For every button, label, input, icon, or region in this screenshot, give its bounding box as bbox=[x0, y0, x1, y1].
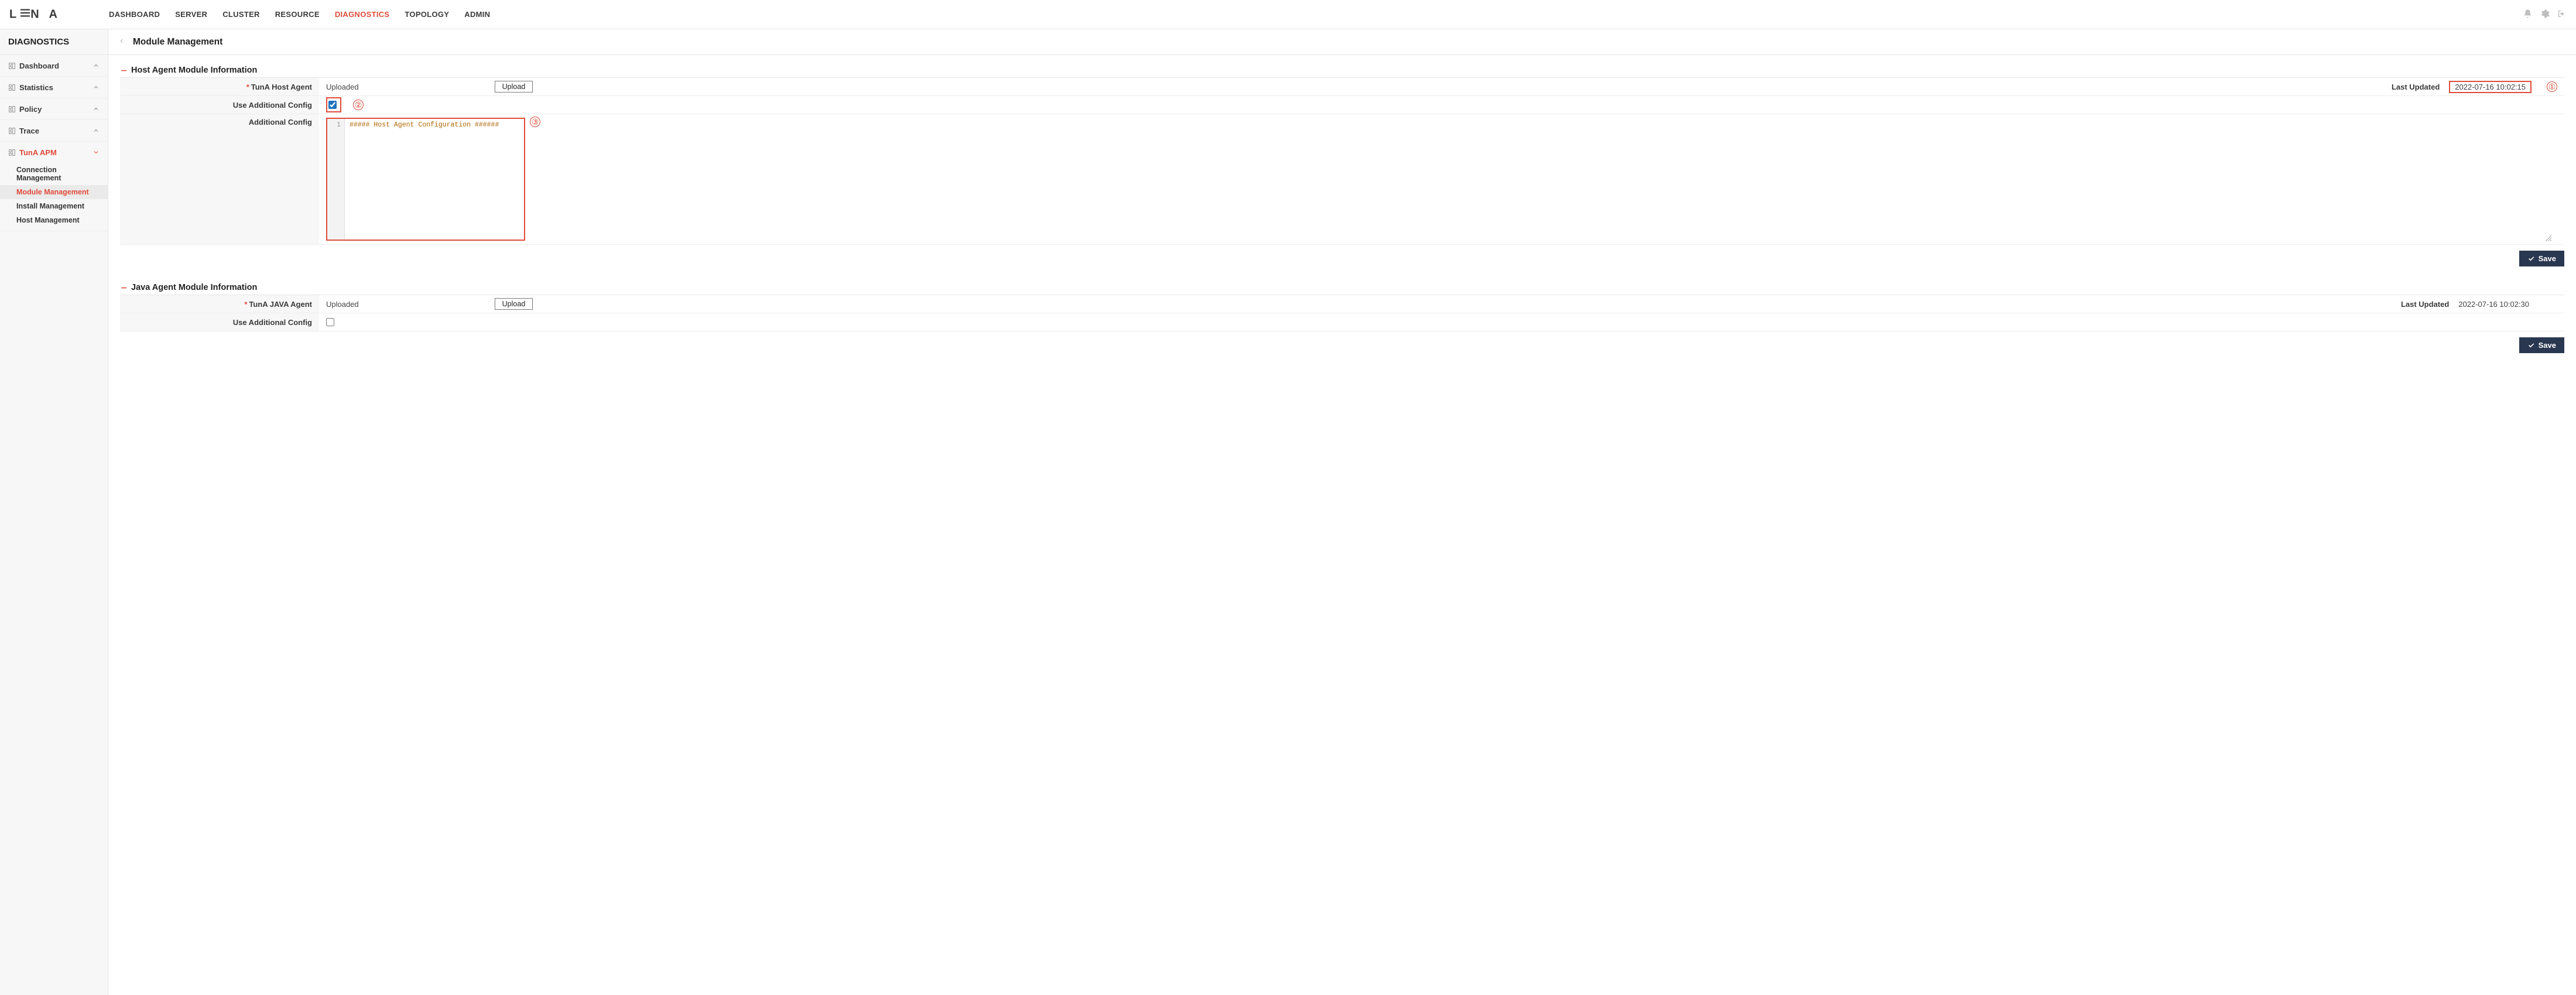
host-addl-config-label: Additional Config bbox=[120, 114, 319, 244]
resize-grip-icon[interactable] bbox=[2544, 234, 2551, 243]
topnav-cluster[interactable]: CLUSTER bbox=[222, 10, 260, 19]
host-use-addl-checkbox[interactable] bbox=[328, 101, 337, 109]
section-title-java[interactable]: Java Agent Module Information bbox=[120, 283, 2564, 292]
bell-icon[interactable] bbox=[2523, 9, 2533, 20]
host-addl-config-editor[interactable]: 1 ##### Host Agent Configuration ###### bbox=[326, 118, 525, 241]
save-button-label: Save bbox=[2539, 341, 2556, 350]
host-agent-section: Host Agent Module Information *TunA Host… bbox=[120, 66, 2564, 266]
sidebar-item-connection-management[interactable]: Connection Management bbox=[0, 163, 108, 185]
host-upload-button[interactable]: Upload bbox=[495, 81, 533, 93]
top-nav: DASHBOARD SERVER CLUSTER RESOURCE DIAGNO… bbox=[109, 10, 2523, 19]
sidebar-title: DIAGNOSTICS bbox=[0, 29, 108, 55]
topnav-topology[interactable]: TOPOLOGY bbox=[405, 10, 449, 19]
section-title-label: Java Agent Module Information bbox=[131, 283, 257, 292]
host-agent-label: *TunA Host Agent bbox=[120, 78, 319, 95]
editor-gutter: 1 bbox=[327, 119, 345, 240]
top-icons bbox=[2523, 9, 2567, 20]
sidebar-group-policy[interactable]: Policy bbox=[0, 98, 108, 119]
collapse-icon bbox=[120, 284, 128, 292]
sidebar-group-label: TunA APM bbox=[19, 148, 57, 157]
java-agent-section: Java Agent Module Information *TunA JAVA… bbox=[120, 283, 2564, 353]
brand-logo: LN A bbox=[9, 8, 109, 22]
gear-icon[interactable] bbox=[2540, 9, 2550, 20]
java-last-updated-value: 2022-07-16 10:02:30 bbox=[2458, 300, 2529, 309]
host-save-button[interactable]: Save bbox=[2519, 251, 2564, 266]
save-button-label: Save bbox=[2539, 254, 2556, 263]
section-title-label: Host Agent Module Information bbox=[131, 66, 257, 75]
editor-body[interactable]: ##### Host Agent Configuration ###### bbox=[345, 119, 524, 240]
sidebar-item-host-management[interactable]: Host Management bbox=[0, 213, 108, 227]
topnav-diagnostics[interactable]: DIAGNOSTICS bbox=[335, 10, 390, 19]
sidebar-group-dashboard[interactable]: Dashboard bbox=[0, 55, 108, 76]
java-last-updated-label: Last Updated bbox=[2401, 300, 2449, 309]
back-icon[interactable] bbox=[119, 37, 125, 47]
sidebar-group-tuna-apm[interactable]: TunA APM bbox=[0, 142, 108, 163]
topnav-resource[interactable]: RESOURCE bbox=[275, 10, 320, 19]
topnav-server[interactable]: SERVER bbox=[175, 10, 207, 19]
topnav-admin[interactable]: ADMIN bbox=[464, 10, 490, 19]
page-title: Module Management bbox=[133, 37, 222, 47]
collapse-icon bbox=[120, 67, 128, 74]
chevron-up-icon bbox=[93, 105, 100, 112]
java-agent-status: Uploaded bbox=[326, 300, 359, 309]
sidebar-group-trace[interactable]: Trace bbox=[0, 120, 108, 141]
sidebar-group-label: Policy bbox=[19, 105, 42, 114]
section-title-host[interactable]: Host Agent Module Information bbox=[120, 66, 2564, 75]
chevron-up-icon bbox=[93, 84, 100, 91]
java-upload-button[interactable]: Upload bbox=[495, 298, 533, 310]
sidebar-group-label: Statistics bbox=[19, 83, 53, 92]
chevron-down-icon bbox=[93, 149, 100, 156]
content: Module Management Host Agent Module Info… bbox=[108, 29, 2576, 995]
java-use-addl-label: Use Additional Config bbox=[120, 313, 319, 331]
sidebar: DIAGNOSTICS Dashboard Statistics Policy … bbox=[0, 29, 108, 995]
sidebar-group-statistics[interactable]: Statistics bbox=[0, 77, 108, 98]
chevron-up-icon bbox=[93, 62, 100, 69]
java-agent-label: *TunA JAVA Agent bbox=[120, 295, 319, 313]
chevron-up-icon bbox=[93, 127, 100, 134]
sidebar-item-module-management[interactable]: Module Management bbox=[0, 185, 108, 199]
java-use-addl-checkbox[interactable] bbox=[326, 318, 334, 326]
callout-2: ② bbox=[353, 100, 364, 110]
sidebar-item-install-management[interactable]: Install Management bbox=[0, 199, 108, 213]
content-header: Module Management bbox=[108, 29, 2576, 55]
callout-1: ① bbox=[2547, 81, 2557, 92]
host-use-addl-label: Use Additional Config bbox=[120, 96, 319, 114]
callout-3: ③ bbox=[530, 117, 540, 127]
logout-icon[interactable] bbox=[2557, 9, 2567, 20]
host-last-updated-label: Last Updated bbox=[2392, 83, 2440, 91]
host-agent-status: Uploaded bbox=[326, 83, 359, 91]
sidebar-group-label: Dashboard bbox=[19, 61, 59, 70]
topbar: LN A DASHBOARD SERVER CLUSTER RESOURCE D… bbox=[0, 0, 2576, 29]
host-last-updated-value: 2022-07-16 10:02:15 bbox=[2449, 81, 2532, 93]
sidebar-group-label: Trace bbox=[19, 126, 39, 135]
topnav-dashboard[interactable]: DASHBOARD bbox=[109, 10, 160, 19]
java-save-button[interactable]: Save bbox=[2519, 337, 2564, 353]
